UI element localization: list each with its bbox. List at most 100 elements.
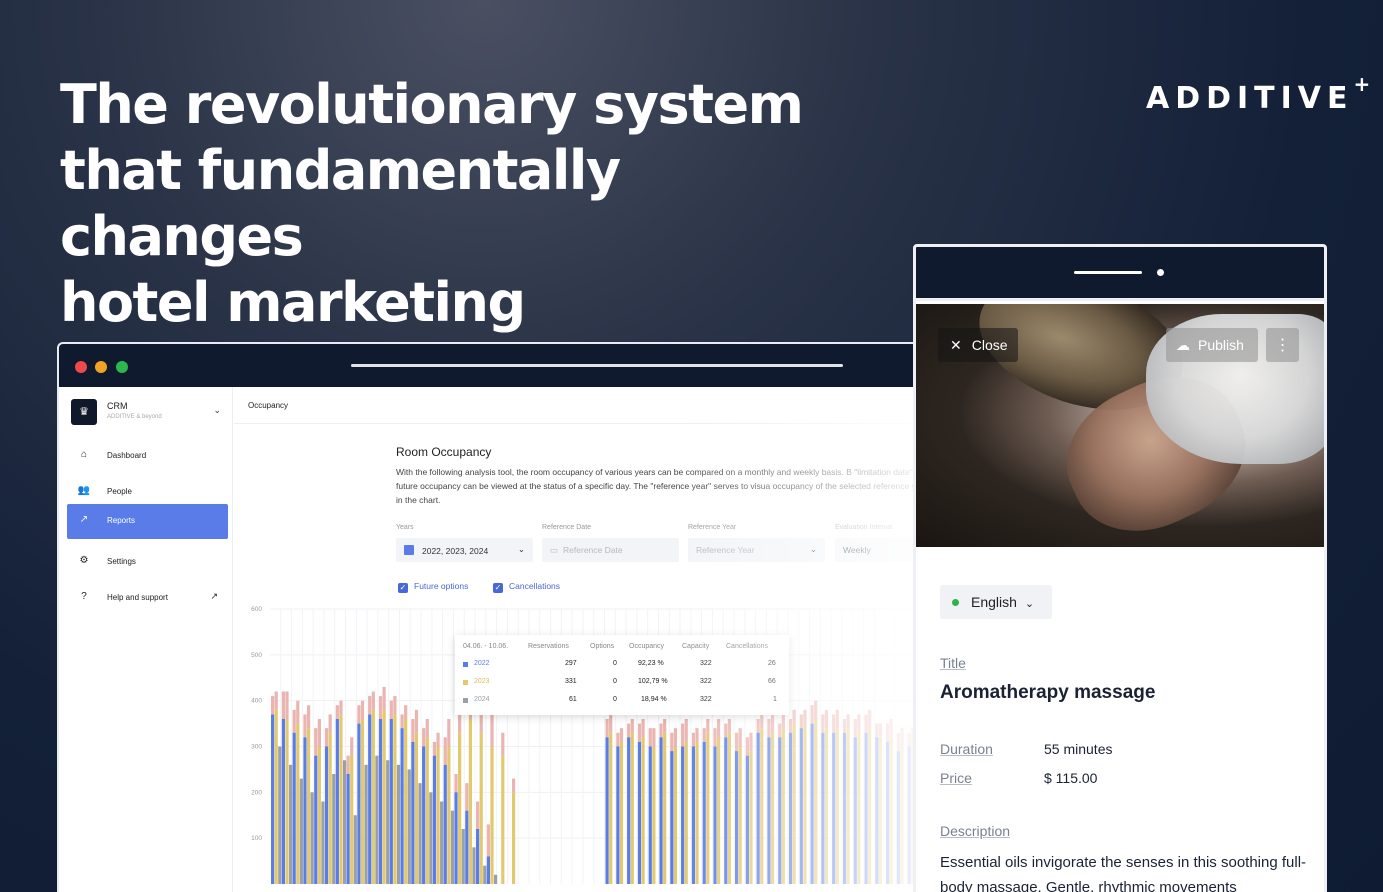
- bar-2022[interactable]: [627, 737, 631, 884]
- bar-2023[interactable]: [803, 723, 807, 884]
- bar-cancellations[interactable]: [501, 732, 505, 756]
- bar-2024[interactable]: [288, 764, 293, 884]
- bar-cancellations[interactable]: [490, 714, 494, 747]
- bar-2023[interactable]: [285, 719, 289, 884]
- bar-2024[interactable]: [310, 792, 314, 884]
- bar-2023[interactable]: [652, 746, 656, 885]
- bar-cancellations[interactable]: [717, 719, 721, 738]
- bar-2023[interactable]: [393, 714, 397, 884]
- bar-cancellations[interactable]: [627, 723, 631, 738]
- cancellations-checkbox[interactable]: ✓ Cancellations: [493, 581, 560, 593]
- bar-2022[interactable]: [907, 746, 911, 885]
- bar-cancellations[interactable]: [691, 732, 696, 747]
- bar-cancellations[interactable]: [422, 728, 426, 747]
- bar-cancellations[interactable]: [770, 714, 775, 733]
- bar-cancellations[interactable]: [306, 705, 311, 729]
- more-options-button[interactable]: ⋮: [1266, 328, 1299, 362]
- bar-2022[interactable]: [896, 751, 901, 884]
- bar-cancellations[interactable]: [382, 686, 386, 710]
- bar-cancellations[interactable]: [360, 700, 365, 719]
- bar-cancellations[interactable]: [792, 709, 796, 724]
- bar-2024[interactable]: [407, 769, 411, 884]
- bar-2023[interactable]: [371, 709, 375, 884]
- bar-2023[interactable]: [360, 719, 365, 884]
- bar-cancellations[interactable]: [605, 719, 609, 738]
- bar-2022[interactable]: [314, 755, 318, 884]
- bar-cancellations[interactable]: [886, 723, 890, 742]
- bar-2022[interactable]: [810, 723, 814, 884]
- bar-cancellations[interactable]: [868, 709, 872, 729]
- bar-2022[interactable]: [788, 732, 793, 884]
- bar-cancellations[interactable]: [436, 732, 440, 747]
- bar-cancellations[interactable]: [393, 696, 397, 715]
- duration-value[interactable]: 55 minutes: [1044, 741, 1112, 757]
- price-value[interactable]: $ 115.00: [1044, 770, 1097, 786]
- bar-cancellations[interactable]: [810, 705, 814, 724]
- bar-2024[interactable]: [353, 815, 357, 884]
- bar-cancellations[interactable]: [511, 778, 516, 793]
- bar-cancellations[interactable]: [803, 709, 807, 724]
- bar-cancellations[interactable]: [842, 719, 847, 733]
- bar-cancellations[interactable]: [788, 719, 793, 733]
- bar-2023[interactable]: [511, 792, 516, 884]
- bar-2022[interactable]: [335, 719, 339, 884]
- bar-2022[interactable]: [691, 746, 696, 885]
- bar-cancellations[interactable]: [702, 728, 706, 742]
- maximize-window-dot[interactable]: [116, 361, 128, 373]
- bar-2024[interactable]: [342, 760, 347, 884]
- offer-title[interactable]: Aromatherapy massage: [940, 682, 1155, 704]
- bar-2022[interactable]: [486, 856, 491, 885]
- bar-cancellations[interactable]: [896, 732, 901, 752]
- bar-2023[interactable]: [695, 741, 699, 884]
- bar-2023[interactable]: [630, 732, 634, 884]
- minimize-window-dot[interactable]: [95, 361, 107, 373]
- bar-2023[interactable]: [727, 732, 731, 884]
- bar-2022[interactable]: [476, 829, 480, 884]
- bar-cancellations[interactable]: [738, 728, 742, 747]
- bar-2022[interactable]: [875, 737, 879, 884]
- bar-cancellations[interactable]: [652, 728, 656, 747]
- bar-2024[interactable]: [386, 760, 390, 884]
- bar-2024[interactable]: [375, 755, 379, 884]
- sidebar-item-help[interactable]: ? Help and support ↗: [67, 581, 228, 616]
- bar-cancellations[interactable]: [335, 705, 339, 719]
- bar-2023[interactable]: [868, 728, 872, 884]
- bar-2022[interactable]: [346, 774, 350, 884]
- bar-2023[interactable]: [274, 709, 278, 884]
- bar-cancellations[interactable]: [875, 723, 879, 738]
- publish-button[interactable]: ☁ Publish: [1166, 328, 1258, 362]
- bar-cancellations[interactable]: [760, 714, 764, 729]
- bar-2024[interactable]: [429, 792, 433, 884]
- bar-2023[interactable]: [306, 728, 311, 884]
- bar-2023[interactable]: [468, 719, 473, 884]
- sidebar-item-settings[interactable]: ⚙ Settings: [67, 545, 228, 580]
- bar-cancellations[interactable]: [447, 719, 451, 747]
- bar-2022[interactable]: [681, 746, 685, 885]
- bar-2022[interactable]: [648, 746, 652, 885]
- bar-2024[interactable]: [396, 764, 401, 884]
- bar-cancellations[interactable]: [346, 755, 350, 774]
- bar-2024[interactable]: [483, 865, 487, 884]
- bar-2022[interactable]: [670, 751, 674, 884]
- bar-2023[interactable]: [501, 755, 505, 884]
- bar-cancellations[interactable]: [486, 824, 491, 857]
- bar-cancellations[interactable]: [857, 714, 861, 733]
- sidebar-item-dashboard[interactable]: ⌂ Dashboard: [67, 439, 228, 474]
- bar-cancellations[interactable]: [292, 709, 296, 733]
- bar-cancellations[interactable]: [274, 691, 278, 710]
- bar-2022[interactable]: [864, 732, 868, 884]
- bar-cancellations[interactable]: [734, 732, 739, 752]
- bar-cancellations[interactable]: [778, 723, 782, 738]
- bar-2023[interactable]: [749, 751, 753, 884]
- app-switcher[interactable]: ♛ CRM ADDITIVE & beyond ⌄: [71, 399, 221, 427]
- bar-2023[interactable]: [663, 732, 667, 884]
- bar-cancellations[interactable]: [889, 719, 893, 738]
- bar-2024[interactable]: [450, 810, 455, 884]
- bar-cancellations[interactable]: [878, 723, 883, 738]
- bar-cancellations[interactable]: [846, 714, 850, 729]
- bar-cancellations[interactable]: [659, 723, 663, 738]
- bar-2023[interactable]: [296, 723, 300, 884]
- bar-cancellations[interactable]: [824, 709, 829, 729]
- bar-2022[interactable]: [659, 737, 663, 884]
- bar-cancellations[interactable]: [609, 714, 613, 733]
